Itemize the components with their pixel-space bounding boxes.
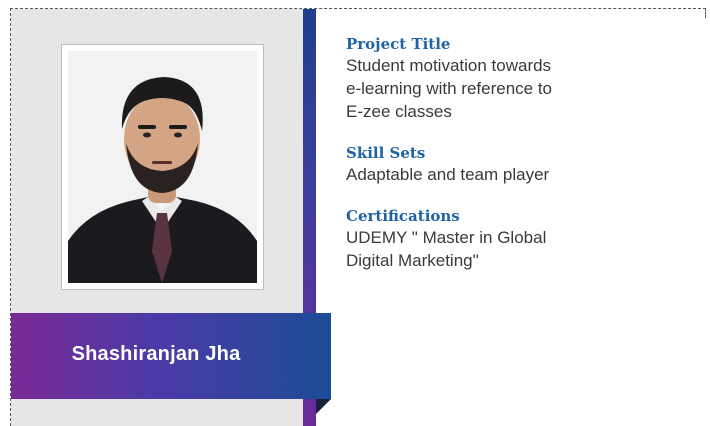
certifications-heading: Certifications: [346, 207, 460, 225]
project-title-line-2: e-learning with reference to: [346, 79, 553, 98]
student-profile-card: Shashiranjan Jha Project Title Student m…: [0, 0, 710, 426]
skill-sets-section: Skill Sets Adaptable and team player: [346, 143, 686, 186]
student-name: Shashiranjan Jha: [71, 342, 241, 365]
skill-sets-heading: Skill Sets: [346, 144, 426, 162]
project-title-line-1: Student motivation towards: [346, 56, 552, 75]
name-ribbon: Shashiranjan Jha: [11, 313, 331, 399]
project-title-section: Project Title Student motivation towards…: [346, 34, 686, 123]
ribbon-fold: [316, 399, 331, 414]
skill-sets-line-1: Adaptable and team player: [346, 165, 550, 184]
certifications-section: Certifications UDEMY " Master in Global …: [346, 206, 686, 272]
portrait-photo: [68, 51, 257, 283]
project-title-heading: Project Title: [346, 35, 451, 53]
profile-details: Project Title Student motivation towards…: [346, 34, 686, 292]
profile-photo-frame: [61, 44, 264, 290]
certifications-line-1: UDEMY " Master in Global: [346, 228, 547, 247]
project-title-line-3: E-zee classes: [346, 102, 452, 121]
certifications-line-2: Digital Marketing": [346, 251, 479, 270]
portrait-photo-icon: [68, 51, 257, 283]
dashed-border-right: [705, 8, 706, 18]
